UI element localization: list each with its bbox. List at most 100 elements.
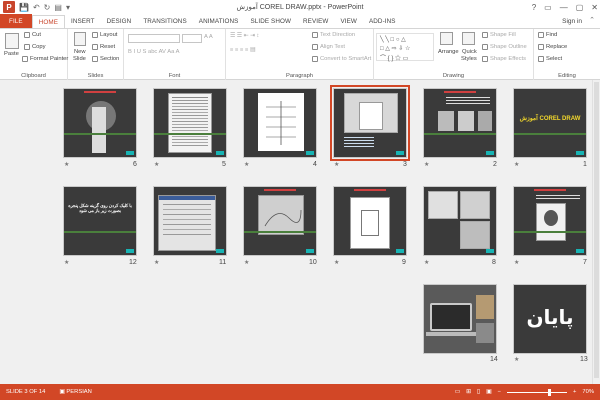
zoom-out-icon[interactable]: − [498, 389, 501, 395]
grow-font-icon[interactable]: A A [204, 34, 213, 40]
animation-star-icon[interactable]: ★ [514, 259, 519, 266]
new-slide-label-2[interactable]: Slide [73, 56, 86, 62]
slide-thumbnail-6[interactable] [63, 88, 137, 158]
slide-thumbnail-10[interactable] [243, 186, 317, 256]
slide-show-view-icon[interactable]: ▣ [486, 389, 491, 395]
language-status[interactable]: ▣ PERSIAN [59, 389, 92, 395]
slide-thumbnail-9[interactable] [333, 186, 407, 256]
tab-file[interactable]: FILE [0, 14, 32, 28]
brace-shape-icon[interactable]: ⌒ { } ☆ ▭ [380, 53, 408, 62]
rect-shape-icon[interactable]: □ △ ⇨ ⇩ ☆ [380, 45, 410, 52]
slide-thumbnail-2[interactable] [423, 88, 497, 158]
slide-thumbnail-8[interactable] [423, 186, 497, 256]
animation-star-icon[interactable]: ★ [244, 161, 249, 168]
bullets-icon[interactable]: ☰ ☰ ⇤ ⇥ ↕ [230, 33, 259, 39]
animation-star-icon[interactable]: ★ [244, 259, 249, 266]
align-text-button[interactable]: Align Text [312, 44, 345, 50]
animation-star-icon[interactable]: ★ [64, 259, 69, 266]
text-direction-button[interactable]: Text Direction [312, 32, 355, 38]
redo-icon[interactable]: ↻ [44, 3, 51, 12]
close-icon[interactable]: ✕ [591, 3, 598, 12]
animation-star-icon[interactable]: ★ [154, 161, 159, 168]
animation-star-icon[interactable]: ★ [514, 356, 519, 363]
slide-number: 5 [222, 161, 226, 168]
new-slide-label-1[interactable]: New [74, 49, 86, 55]
font-format-buttons[interactable]: B I U S abc AV Aa A [128, 49, 179, 55]
slide-title: با کلیک کردن روی گزینه شکل پنجره بصورت ز… [68, 203, 132, 213]
select-button[interactable]: Select [538, 56, 562, 62]
tab-home[interactable]: HOME [31, 15, 65, 28]
find-button[interactable]: Find [538, 32, 557, 38]
quick-styles-icon[interactable] [462, 32, 475, 45]
animation-star-icon[interactable]: ★ [514, 161, 519, 168]
shape-outline-button[interactable]: Shape Outline [482, 44, 527, 50]
quick-styles-label-2[interactable]: Styles [461, 56, 477, 62]
tab-design[interactable]: DESIGN [101, 14, 138, 28]
powerpoint-app-icon[interactable]: P [3, 1, 15, 13]
animation-star-icon[interactable]: ★ [334, 259, 339, 266]
zoom-level[interactable]: 70% [582, 389, 594, 395]
tab-review[interactable]: REVIEW [297, 14, 334, 28]
slide-thumbnail-1[interactable]: آموزش COREL DRAW [513, 88, 587, 158]
slide-sorter-view-icon[interactable]: ⊞ [466, 389, 471, 395]
help-icon[interactable]: ? [532, 3, 536, 12]
section-button[interactable]: Section [92, 56, 119, 62]
paste-icon[interactable] [5, 33, 19, 49]
save-icon[interactable]: 💾 [19, 3, 29, 12]
line-shape-icon[interactable]: ╲ ╲ □ ○ △ [380, 36, 406, 43]
arrange-icon[interactable] [440, 32, 453, 45]
layout-button[interactable]: Layout [92, 32, 117, 38]
slide-count-status[interactable]: SLIDE 3 OF 14 [6, 389, 45, 395]
animation-star-icon[interactable]: ★ [424, 161, 429, 168]
format-painter-button[interactable]: Format Painter [22, 56, 68, 62]
collapse-ribbon-icon[interactable]: ⌃ [589, 16, 595, 24]
sign-in-link[interactable]: Sign in [562, 14, 582, 28]
slide-thumbnail-14[interactable] [423, 284, 497, 354]
align-icons[interactable]: ≡ ≡ ≡ ≡ ▤ [230, 47, 255, 53]
animation-star-icon[interactable]: ★ [424, 259, 429, 266]
tab-add-ins[interactable]: ADD-INS [363, 14, 402, 28]
animation-star-icon[interactable]: ★ [154, 259, 159, 266]
tab-view[interactable]: VIEW [334, 14, 363, 28]
new-slide-icon[interactable] [74, 32, 86, 46]
arrange-button[interactable]: Arrange [438, 49, 459, 55]
zoom-slider[interactable] [507, 388, 567, 396]
tab-animations[interactable]: ANIMATIONS [193, 14, 245, 28]
ribbon-display-options-icon[interactable]: ▭ [544, 3, 552, 12]
shape-effects-button[interactable]: Shape Effects [482, 56, 526, 62]
scrollbar-thumb[interactable] [594, 82, 599, 378]
minimize-icon[interactable]: — [560, 3, 568, 12]
paste-button[interactable]: Paste [4, 51, 19, 57]
animation-star-icon[interactable]: ★ [64, 161, 69, 168]
start-from-beginning-icon[interactable]: ▤ [54, 3, 62, 12]
zoom-in-icon[interactable]: + [573, 389, 576, 395]
tab-transitions[interactable]: TRANSITIONS [137, 14, 192, 28]
slide-thumbnail-7[interactable] [513, 186, 587, 256]
quick-styles-label-1[interactable]: Quick [462, 49, 477, 55]
vertical-scrollbar[interactable] [592, 80, 600, 384]
reset-button[interactable]: Reset [92, 44, 115, 50]
maximize-icon[interactable]: ▢ [576, 3, 584, 12]
cut-button[interactable]: Cut [24, 32, 41, 38]
customize-qat-icon[interactable]: ▾ [66, 3, 70, 12]
reading-view-icon[interactable]: ▯ [477, 389, 480, 395]
zoom-slider-knob[interactable] [547, 388, 551, 396]
tab-insert[interactable]: INSERT [65, 14, 101, 28]
convert-smartart-button[interactable]: Convert to SmartArt [312, 56, 371, 62]
normal-view-icon[interactable]: ▭ [455, 389, 460, 395]
font-size-combo[interactable] [182, 34, 202, 43]
shape-fill-button[interactable]: Shape Fill [482, 32, 516, 38]
slide-thumbnail-4[interactable] [243, 88, 317, 158]
tab-slide-show[interactable]: SLIDE SHOW [244, 14, 297, 28]
shapes-gallery[interactable]: ╲ ╲ □ ○ △ □ △ ⇨ ⇩ ☆ ⌒ { } ☆ ▭ [376, 33, 434, 62]
copy-button[interactable]: Copy [24, 44, 46, 50]
font-family-combo[interactable] [128, 34, 180, 43]
slide-thumbnail-11[interactable] [153, 186, 227, 256]
replace-button[interactable]: Replace [538, 44, 567, 50]
slide-thumbnail-12[interactable]: با کلیک کردن روی گزینه شکل پنجره بصورت ز… [63, 186, 137, 256]
undo-icon[interactable]: ↶ [33, 3, 40, 12]
slide-thumbnail-3[interactable] [330, 85, 410, 161]
animation-star-icon[interactable]: ★ [334, 161, 339, 168]
slide-thumbnail-13[interactable]: پایان [513, 284, 587, 354]
slide-thumbnail-5[interactable] [153, 88, 227, 158]
